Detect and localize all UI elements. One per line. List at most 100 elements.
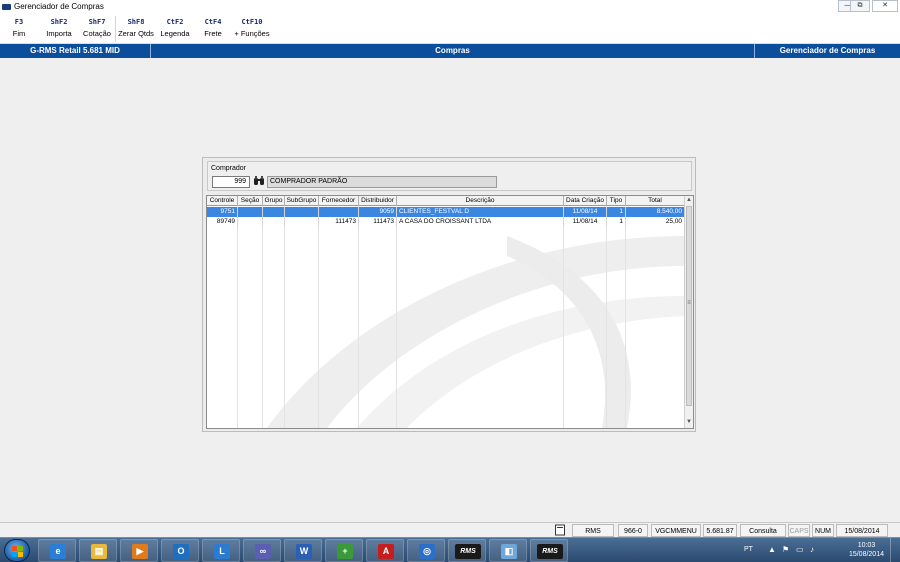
tray-arrow-icon[interactable]: ▲: [768, 545, 776, 554]
col-divider: [396, 206, 397, 428]
col-header-tipo[interactable]: Tipo: [607, 196, 626, 206]
language-indicator[interactable]: PT: [744, 546, 753, 553]
status-num: NUM: [812, 524, 834, 537]
scroll-up-icon[interactable]: ▲: [685, 196, 693, 205]
taskbar-rms-app-button[interactable]: RMS: [448, 539, 486, 562]
app-icon: [2, 4, 11, 10]
scroll-grip-icon: ≡: [687, 300, 691, 306]
compras-panel: Comprador 999 COMPRADOR PADRÃO Controle …: [202, 157, 696, 432]
taskbar-file-explorer-button[interactable]: ▤: [79, 539, 117, 562]
rms-app-icon: RMS: [455, 544, 481, 559]
file-explorer-icon: ▤: [91, 544, 107, 559]
fkey-label: + Funções: [234, 29, 270, 38]
taskbar-remote-app-button[interactable]: ◎: [407, 539, 445, 562]
cell-subgrupo: [285, 207, 319, 217]
close-button[interactable]: ✕: [872, 0, 898, 12]
fkey-shortcut: ShF8: [127, 18, 145, 26]
window-app-icon: ◧: [501, 544, 517, 559]
fkey-mais-funcoes-button[interactable]: CtF10 + Funções: [232, 18, 272, 38]
fkey-shortcut: CtF10: [241, 18, 263, 26]
col-header-total[interactable]: Total: [626, 196, 685, 206]
col-header-fornecedor[interactable]: Fornecedor: [319, 196, 359, 206]
remote-app-icon: ◎: [419, 544, 435, 559]
background-watermark-icon: [267, 236, 685, 428]
window-title: Gerenciador de Compras: [14, 2, 104, 11]
cell-descricao: CLIENTES_FESTVAL D: [397, 207, 564, 217]
start-button[interactable]: [4, 539, 30, 562]
table-row[interactable]: 9751 9059 CLIENTES_FESTVAL D 11/08/14 1 …: [207, 207, 685, 217]
cell-subgrupo: [285, 217, 319, 227]
document-icon: [553, 524, 567, 537]
scroll-down-icon[interactable]: ▼: [685, 418, 693, 427]
link-app-icon: ∞: [255, 544, 271, 559]
fkey-label: Cotação: [83, 29, 111, 38]
fkey-shortcut: CtF2: [166, 18, 184, 26]
cell-controle: 89749: [207, 217, 238, 227]
binoculars-icon[interactable]: [253, 175, 265, 187]
cell-distribuidor: 9059: [359, 207, 397, 217]
col-header-grupo[interactable]: Grupo: [263, 196, 285, 206]
fkey-zerar-qtds-button[interactable]: ShF8 Zerar Qtds: [117, 18, 155, 38]
cell-descricao: A CASA DO CROISSANT LTDA: [397, 217, 564, 227]
col-header-descricao[interactable]: Descrição: [397, 196, 564, 206]
taskbar-internet-explorer-button[interactable]: e: [38, 539, 76, 562]
status-menu: VGCMMENU: [651, 524, 701, 537]
toolbar-separator: [115, 16, 116, 42]
screen-title: Gerenciador de Compras: [754, 44, 900, 58]
install-app-icon: +: [337, 544, 353, 559]
network-icon[interactable]: ▭: [796, 545, 804, 554]
comprador-code-input[interactable]: 999: [212, 176, 250, 188]
cell-controle: 9751: [207, 207, 238, 217]
status-system: RMS: [572, 524, 614, 537]
fkey-frete-button[interactable]: CtF4 Frete: [198, 18, 228, 38]
col-header-distribuidor[interactable]: Distribuidor: [359, 196, 397, 206]
fkey-label: Importa: [46, 29, 72, 38]
col-header-data-criacao[interactable]: Data Criação: [564, 196, 607, 206]
show-desktop-button[interactable]: [890, 538, 900, 562]
fkey-label: Legenda: [160, 29, 190, 38]
fkey-fim-button[interactable]: F3 Fim: [8, 18, 30, 38]
compras-grid[interactable]: Controle Seção Grupo SubGrupo Fornecedor…: [206, 195, 694, 429]
col-header-subgrupo[interactable]: SubGrupo: [285, 196, 319, 206]
taskbar-acrobat-button[interactable]: A: [366, 539, 404, 562]
taskbar-install-app-button[interactable]: +: [325, 539, 363, 562]
col-divider: [606, 206, 607, 428]
taskbar-media-player-button[interactable]: ▶: [120, 539, 158, 562]
flag-icon[interactable]: ⚑: [782, 545, 789, 554]
taskbar-lync-button[interactable]: L: [202, 539, 240, 562]
status-date: 15/08/2014: [836, 524, 888, 537]
scroll-thumb[interactable]: [686, 206, 692, 406]
col-divider: [284, 206, 285, 428]
status-mode: Consulta: [740, 524, 786, 537]
fkey-cotacao-button[interactable]: ShF7 Cotação: [80, 18, 114, 38]
grid-header: Controle Seção Grupo SubGrupo Fornecedor…: [207, 196, 685, 206]
module-title: Compras: [150, 44, 754, 58]
status-version: 5.681.87: [703, 524, 737, 537]
grid-vertical-scrollbar[interactable]: ▲ ≡ ▼: [684, 196, 693, 428]
cell-fornecedor: 111473: [319, 217, 359, 227]
maximize-button[interactable]: ⧉: [850, 0, 870, 12]
fkey-shortcut: ShF7: [88, 18, 106, 26]
col-header-controle[interactable]: Controle: [207, 196, 238, 206]
fkey-importa-button[interactable]: ShF2 Importa: [42, 18, 76, 38]
fkey-shortcut: F3: [14, 18, 24, 26]
internet-explorer-icon: e: [50, 544, 66, 559]
col-divider: [318, 206, 319, 428]
col-header-secao[interactable]: Seção: [238, 196, 263, 206]
taskbar-rms-app-2-button[interactable]: RMS: [530, 539, 568, 562]
status-bar: RMS 966-0 VGCMMENU 5.681.87 Consulta CAP…: [0, 522, 900, 537]
fkey-label: Zerar Qtds: [118, 29, 154, 38]
volume-icon[interactable]: ♪: [810, 545, 814, 554]
table-row[interactable]: 89749 111473 111473 A CASA DO CROISSANT …: [207, 217, 685, 227]
taskbar-outlook-button[interactable]: O: [161, 539, 199, 562]
taskbar-link-app-button[interactable]: ∞: [243, 539, 281, 562]
fkey-legenda-button[interactable]: CtF2 Legenda: [158, 18, 192, 38]
windows-taskbar: e ▤ ▶ O L ∞ W + A ◎ RMS ◧ RMS PT ▲ ⚑ ▭ ♪ 10:03 15/08…: [0, 537, 900, 562]
clock[interactable]: 10:03 15/08/2014: [849, 541, 884, 559]
taskbar-word-button[interactable]: W: [284, 539, 322, 562]
fkey-shortcut: ShF2: [50, 18, 68, 26]
cell-distribuidor: 111473: [359, 217, 397, 227]
fkey-label: Frete: [204, 29, 222, 38]
status-code: 966-0: [618, 524, 648, 537]
taskbar-window-app-button[interactable]: ◧: [489, 539, 527, 562]
